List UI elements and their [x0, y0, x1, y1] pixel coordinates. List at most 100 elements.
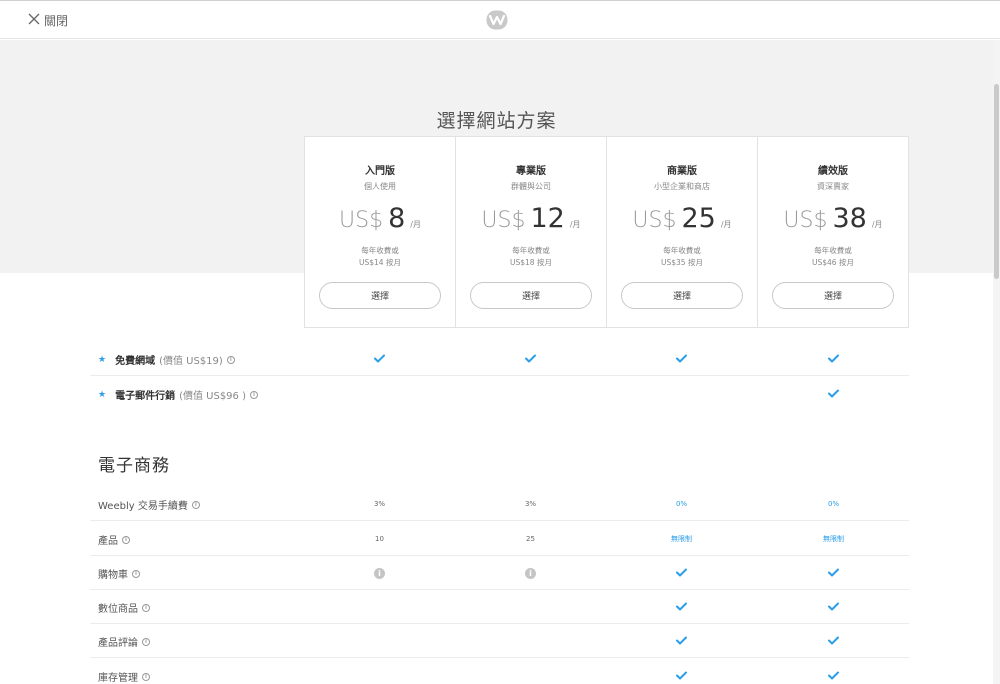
feature-name: 庫存管理 [98, 673, 138, 684]
feature-name: 免費網域 [115, 356, 156, 367]
price-period: /月 [871, 220, 883, 229]
scrollbar-thumb[interactable] [994, 84, 999, 279]
page-title: 選擇網站方案 [436, 110, 557, 132]
plan-price: US$ 8 /月 [305, 203, 455, 234]
info-badge-icon[interactable]: i [374, 567, 385, 579]
info-icon[interactable]: i [250, 390, 258, 399]
feature-value-note: (價值 US$96 ) [179, 391, 246, 402]
price-currency: US$ [339, 208, 384, 233]
select-plan-button[interactable]: 選擇 [621, 282, 743, 309]
plan-cards: 入門版 個人使用 US$ 8 /月 每年收費或 US$14 按月 選擇 專業版 … [304, 136, 909, 328]
plan-subtitle: 個人使用 [364, 182, 396, 191]
feature-label: ★ 電子郵件行銷 (價值 US$96 ) i [98, 387, 258, 402]
info-icon[interactable]: i [226, 355, 235, 364]
feature-row: 產品 i 10 25 無限制 無限制 [90, 522, 909, 556]
plan-subtitle: 小型企業和商店 [654, 182, 710, 191]
top-bar: 關閉 [0, 0, 1000, 39]
feature-cell: i [304, 556, 455, 590]
feature-cell [455, 659, 606, 684]
feature-cell [606, 377, 757, 411]
info-icon[interactable]: i [122, 535, 130, 544]
feature-name: 產品 [98, 536, 118, 547]
feature-cell [606, 342, 757, 376]
feature-cell [758, 659, 909, 684]
feature-name: 數位商品 [98, 604, 138, 615]
feature-value-note: (價值 US$19) [159, 356, 223, 367]
feature-cell [758, 556, 909, 590]
feature-label: 產品 i [98, 532, 130, 547]
select-plan-button[interactable]: 選擇 [470, 282, 592, 309]
feature-cell [606, 659, 757, 684]
price-period: /月 [720, 220, 732, 229]
weebly-logo-icon[interactable] [486, 10, 508, 30]
section-title-ecommerce: 電子商務 [98, 456, 170, 476]
plan-name: 入門版 [365, 166, 395, 177]
info-icon[interactable]: i [142, 672, 150, 681]
plan-price: US$ 25 /月 [607, 203, 757, 234]
feature-cell: 3% [373, 500, 386, 508]
feature-cell: i [455, 556, 606, 590]
price-period: /月 [410, 220, 421, 229]
check-icon [374, 354, 385, 365]
feature-label: 購物車 i [98, 566, 140, 581]
feature-row: 產品評論 i [90, 624, 909, 658]
info-icon[interactable]: i [142, 603, 150, 612]
feature-cell [758, 590, 909, 624]
billing-note-line: 每年收費或 [663, 246, 701, 255]
feature-cell [455, 342, 606, 376]
feature-name: Weebly 交易手續費 [98, 501, 188, 512]
feature-label: 產品評論 i [98, 634, 150, 649]
select-plan-button[interactable]: 選擇 [319, 282, 441, 309]
check-icon [828, 602, 839, 613]
feature-cell [758, 342, 909, 376]
feature-cell [455, 624, 606, 658]
feature-cell: 25 [526, 535, 535, 543]
price-currency: US$ [481, 208, 526, 233]
plan-card-starter: 入門版 個人使用 US$ 8 /月 每年收費或 US$14 按月 選擇 [305, 137, 456, 327]
close-button[interactable]: 關閉 [28, 12, 68, 29]
price-period: /月 [569, 220, 581, 229]
plan-billing-note: 每年收費或 US$35 按月 [607, 245, 757, 269]
feature-cell [304, 624, 455, 658]
plan-price: US$ 38 /月 [758, 203, 908, 234]
feature-cell [304, 590, 455, 624]
check-icon [525, 354, 536, 365]
feature-row: 購物車 i i i [90, 556, 909, 590]
billing-note-line: 每年收費或 [512, 246, 550, 255]
feature-row: Weebly 交易手續費 i 3% 3% 0% 0% [90, 487, 909, 521]
plan-name: 專業版 [516, 166, 546, 177]
star-icon: ★ [98, 389, 107, 400]
price-amount: 25 [681, 203, 716, 234]
feature-cell [758, 377, 909, 411]
star-icon: ★ [98, 354, 107, 365]
plan-billing-note: 每年收費或 US$14 按月 [305, 245, 455, 269]
feature-cell [304, 342, 455, 376]
price-currency: US$ [783, 208, 828, 233]
close-icon [28, 13, 40, 28]
plan-billing-note: 每年收費或 US$18 按月 [456, 245, 606, 269]
feature-label: 數位商品 i [98, 600, 150, 615]
feature-row: 庫存管理 i [90, 659, 909, 684]
feature-label: Weebly 交易手續費 i [98, 497, 200, 512]
info-icon[interactable]: i [191, 500, 200, 509]
select-plan-button[interactable]: 選擇 [772, 282, 894, 309]
feature-label: ★ 免費網域 (價值 US$19) i [98, 352, 235, 367]
feature-name: 電子郵件行銷 [115, 391, 176, 402]
feature-cell: 3% [524, 500, 537, 508]
feature-cell [606, 556, 757, 590]
info-icon[interactable]: i [132, 569, 140, 578]
info-icon[interactable]: i [142, 637, 150, 646]
feature-row-free-domain: ★ 免費網域 (價值 US$19) i [90, 342, 909, 376]
price-currency: US$ [632, 208, 677, 233]
feature-cell [758, 624, 909, 658]
check-icon [828, 389, 839, 400]
scrollbar[interactable] [993, 40, 1000, 684]
plan-subtitle: 群體與公司 [511, 182, 551, 191]
billing-note-line: 每年收費或 [814, 246, 852, 255]
check-icon [676, 602, 687, 613]
feature-cell: 無限制 [823, 535, 844, 543]
feature-cell [304, 377, 455, 411]
feature-cell: 0% [827, 500, 840, 508]
info-badge-icon[interactable]: i [525, 567, 536, 579]
plan-name: 商業版 [667, 166, 697, 177]
